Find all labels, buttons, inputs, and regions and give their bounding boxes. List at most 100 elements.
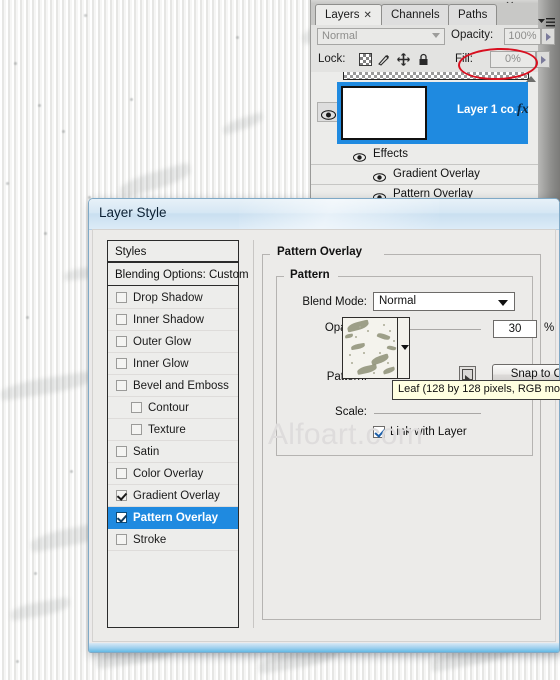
style-item-label: Texture [148, 424, 186, 436]
background-speck [62, 130, 65, 133]
tab-channels-label: Channels [391, 9, 440, 21]
eye-icon[interactable] [353, 149, 366, 162]
blend-mode-select[interactable]: Normal [373, 292, 515, 311]
tab-paths-label: Paths [458, 9, 488, 21]
lock-all-icon[interactable] [417, 53, 430, 66]
tab-close-icon[interactable]: ✕ [364, 10, 372, 21]
style-checkbox[interactable] [116, 468, 127, 479]
pattern-speck [379, 352, 381, 354]
layer-row[interactable]: Layer 1 co... fx [311, 82, 538, 144]
style-checkbox[interactable] [116, 314, 127, 325]
lock-position-icon[interactable] [397, 53, 410, 66]
style-item-gradient-overlay[interactable]: Gradient Overlay [108, 485, 238, 507]
style-checkbox[interactable] [116, 336, 127, 347]
pattern-speck [389, 330, 391, 332]
tab-channels[interactable]: Channels [381, 4, 450, 25]
lock-transparent-pixels-icon[interactable] [359, 53, 372, 66]
layer-name: Layer 1 co... [457, 104, 524, 116]
layers-blend-row: Normal Opacity: 100% [311, 25, 555, 48]
pattern-speck [363, 352, 365, 354]
style-item-bevel-and-emboss[interactable]: Bevel and Emboss [108, 375, 238, 397]
group-border-right [384, 254, 541, 255]
background-speck [14, 62, 17, 65]
style-checkbox[interactable] [116, 292, 127, 303]
scroll-up-icon[interactable] [526, 76, 536, 82]
style-item-drop-shadow[interactable]: Drop Shadow [108, 287, 238, 309]
pattern-leaf [344, 333, 354, 339]
opacity-value-field[interactable]: 30 [493, 320, 537, 338]
style-checkbox[interactable] [116, 358, 127, 369]
layers-blend-mode-select[interactable]: Normal [317, 28, 445, 45]
opacity-unit: % [544, 322, 555, 334]
eye-icon [320, 107, 337, 120]
style-checkbox[interactable] [116, 446, 127, 457]
fill-field[interactable]: 0% [490, 51, 536, 68]
style-item-color-overlay[interactable]: Color Overlay [108, 463, 238, 485]
style-item-label: Gradient Overlay [133, 490, 220, 502]
style-item-pattern-overlay[interactable]: Pattern Overlay [108, 507, 238, 529]
layer-visibility-toggle[interactable] [317, 102, 339, 122]
inner-group-border-left [276, 276, 284, 277]
layers-panel: – ✕ Layers✕ Channels Paths [310, 0, 560, 202]
layers-lock-row: Lock: Fill: 0% [311, 48, 550, 73]
blending-options-item[interactable]: Blending Options: Custom [108, 265, 249, 286]
pattern-leaf [382, 366, 396, 375]
style-item-inner-shadow[interactable]: Inner Shadow [108, 309, 238, 331]
layer-selected-highlight[interactable]: Layer 1 co... fx [337, 82, 529, 144]
pattern-speck [351, 362, 353, 364]
panel-tab-bar: Layers ✕ Channels Paths [311, 3, 538, 26]
pattern-divider [397, 318, 398, 378]
styles-header[interactable]: Styles [108, 241, 238, 263]
scale-slider-track[interactable] [374, 413, 481, 414]
chevron-down-icon [432, 33, 440, 38]
style-item-contour[interactable]: Contour [108, 397, 238, 419]
layers-opacity-label: Opacity: [451, 29, 494, 41]
eye-icon[interactable] [373, 169, 386, 182]
inner-group-border-right [338, 276, 533, 277]
background-speck [70, 470, 73, 473]
eye-icon[interactable] [373, 189, 386, 202]
layers-opacity-spinner[interactable] [541, 28, 555, 45]
pattern-speck [367, 330, 369, 332]
dialog-title: Layer Style [99, 205, 167, 220]
styles-list: Styles Blending Options: Custom Drop Sha… [107, 240, 249, 628]
style-item-satin[interactable]: Satin [108, 441, 238, 463]
lock-label: Lock: [318, 53, 346, 65]
fill-label: Fill: [455, 53, 473, 65]
pattern-speck [359, 326, 361, 328]
background-speck [130, 98, 133, 101]
background-speck [6, 182, 9, 185]
effects-row-effects[interactable]: Effects [311, 145, 538, 165]
style-checkbox[interactable] [116, 512, 127, 523]
style-checkbox[interactable] [116, 380, 127, 391]
style-checkbox[interactable] [116, 490, 127, 501]
style-item-stroke[interactable]: Stroke [108, 529, 238, 551]
lock-image-pixels-icon[interactable] [378, 53, 391, 66]
style-item-inner-glow[interactable]: Inner Glow [108, 353, 238, 375]
fx-icon[interactable]: fx [517, 102, 529, 118]
effects-label: Effects [373, 148, 408, 160]
chevron-down-icon[interactable] [401, 345, 409, 350]
style-item-texture[interactable]: Texture [108, 419, 238, 441]
style-checkbox[interactable] [131, 424, 142, 435]
tab-layers[interactable]: Layers ✕ [315, 4, 382, 25]
style-item-outer-glow[interactable]: Outer Glow [108, 331, 238, 353]
layers-opacity-field[interactable]: 100% [504, 28, 541, 45]
pattern-swatch-picker[interactable] [342, 317, 410, 379]
style-checkbox[interactable] [116, 534, 127, 545]
pattern-speck [393, 340, 395, 342]
style-checkbox[interactable] [131, 402, 142, 413]
group-border-left [262, 254, 270, 255]
style-item-label: Drop Shadow [133, 292, 203, 304]
effects-row-gradient-overlay[interactable]: Gradient Overlay [311, 165, 538, 185]
tab-paths[interactable]: Paths [448, 4, 498, 25]
layers-blend-mode-value: Normal [322, 30, 358, 42]
pattern-preview[interactable] [343, 318, 397, 378]
fill-spinner[interactable] [536, 51, 550, 68]
style-item-label: Inner Glow [133, 358, 189, 370]
new-preset-icon [462, 369, 473, 383]
style-item-label: Contour [148, 402, 189, 414]
background-speck [16, 660, 19, 663]
background-speck [38, 104, 41, 107]
layer-thumbnail[interactable] [341, 86, 427, 140]
